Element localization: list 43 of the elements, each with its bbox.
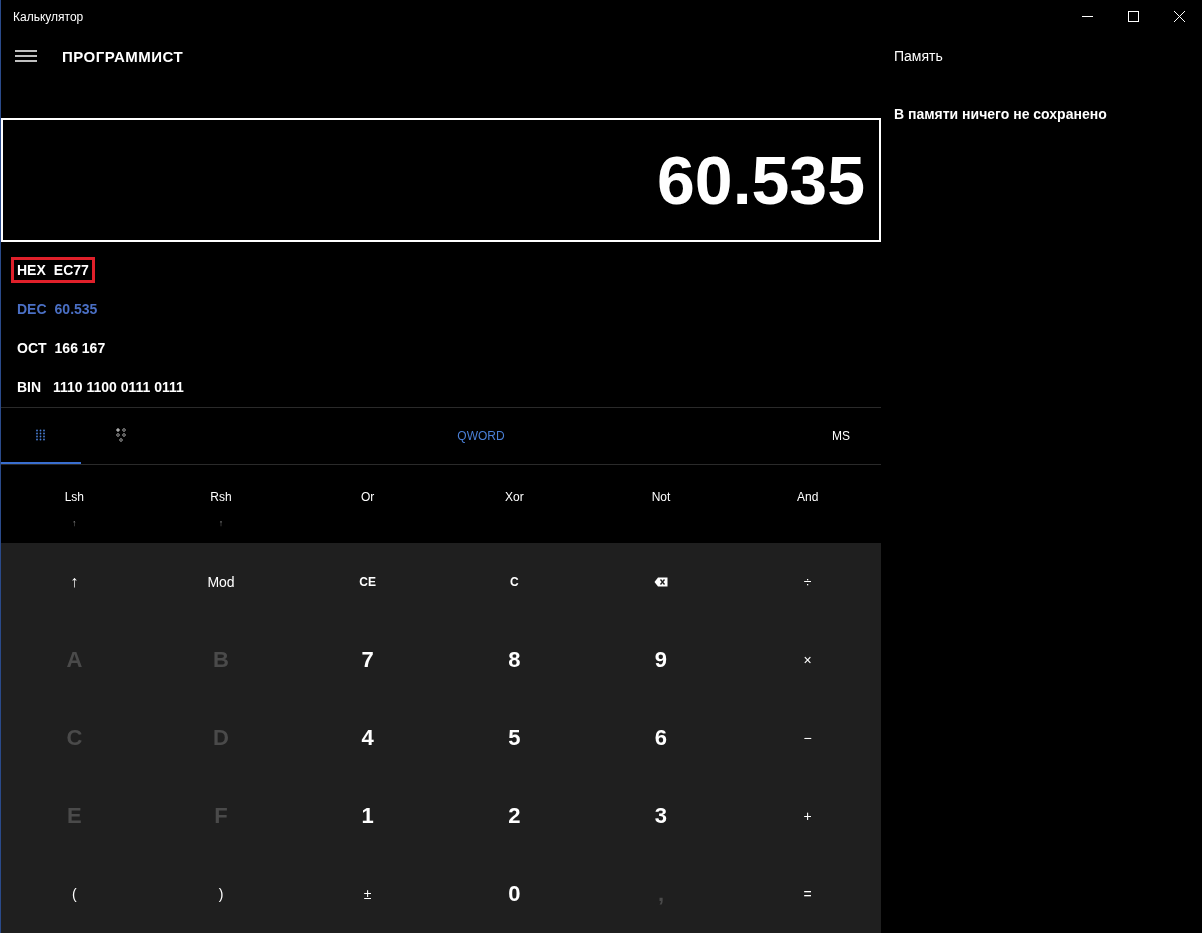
calculator-key[interactable]: (: [1, 855, 148, 933]
bit-operation-button[interactable]: Rsh ↑: [147, 465, 295, 543]
bit-operation-button[interactable]: Not: [587, 465, 735, 543]
result-value: 60.535: [657, 141, 865, 219]
memory-title: Память: [894, 48, 944, 64]
calculator-key[interactable]: ↑: [1, 543, 148, 621]
calculator-key[interactable]: Mod: [147, 543, 295, 621]
word-size-button[interactable]: QWORD: [449, 421, 513, 451]
bit-operation-button[interactable]: Xor: [441, 465, 588, 543]
calculator-key[interactable]: 1: [294, 777, 441, 855]
calculator-key[interactable]: 5: [441, 699, 588, 777]
calculator-key[interactable]: =: [734, 855, 881, 933]
dots-icon: [116, 428, 126, 442]
calculator-key[interactable]: ): [147, 855, 295, 933]
calculator-key[interactable]: ÷: [734, 543, 881, 621]
radix-row[interactable]: DEC 60.535: [11, 295, 104, 322]
calculator-key[interactable]: 4: [294, 699, 441, 777]
calculator-key[interactable]: 7: [294, 621, 441, 699]
calculator-key[interactable]: 8: [441, 621, 588, 699]
radix-row[interactable]: HEX EC77: [11, 256, 95, 283]
backspace-icon: [654, 577, 668, 587]
keypad-icon: [35, 429, 47, 441]
bit-operation-button[interactable]: Or: [294, 465, 441, 543]
menu-icon[interactable]: [15, 50, 37, 62]
radix-row[interactable]: OCT 166 167: [11, 335, 112, 362]
calculator-key[interactable]: 2: [441, 777, 588, 855]
memory-store-button[interactable]: MS: [801, 416, 881, 456]
window-title: Калькулятор: [13, 9, 84, 24]
bit-operation-button[interactable]: And: [734, 465, 881, 543]
calculator-key[interactable]: CE: [294, 543, 441, 621]
calculator-key[interactable]: ±: [294, 855, 441, 933]
calculator-key[interactable]: 9: [587, 621, 735, 699]
calculator-key[interactable]: 0: [441, 855, 588, 933]
bit-operation-button[interactable]: Lsh ↑: [1, 465, 148, 543]
calculator-key[interactable]: ×: [734, 621, 881, 699]
calculator-key[interactable]: 6: [587, 699, 735, 777]
calculator-key[interactable]: +: [734, 777, 881, 855]
radix-row[interactable]: BIN 1110 1100 0111 0111: [11, 374, 190, 401]
memory-empty-text: В памяти ничего не сохранено: [894, 106, 1108, 122]
calculator-key[interactable]: 3: [587, 777, 735, 855]
mode-title: ПРОГРАММИСТ: [62, 47, 184, 65]
calculator-key[interactable]: C: [441, 543, 588, 621]
calculator-key[interactable]: −: [734, 699, 881, 777]
